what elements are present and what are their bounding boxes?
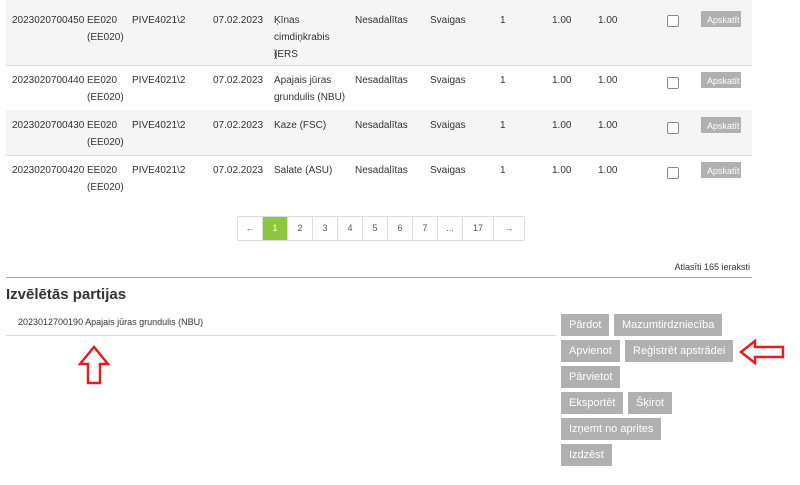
lot-name-line: Salate (ASU) — [274, 165, 333, 176]
remove-from-circulation-button[interactable]: Izņemt no aprites — [561, 418, 662, 440]
lot-name-line: Ķīnas — [274, 15, 300, 26]
pagination-page-6[interactable]: 6 — [388, 217, 413, 240]
table-row: 2023020700440 EE020 (EE020) PIVE4021\2 0… — [6, 65, 752, 111]
lot-value-1: 1.00 — [552, 165, 572, 176]
lot-value-2: 1.00 — [598, 165, 618, 176]
table-row: 2023020700430 EE020 (EE020) PIVE4021\2 0… — [6, 110, 752, 156]
lot-id: 2023020700430 — [12, 120, 85, 131]
lot-value-1: 1.00 — [552, 15, 572, 26]
lot-id: 2023020700450 — [12, 15, 85, 26]
view-button[interactable]: Apskatīt — [701, 117, 741, 133]
lot-pive: PIVE4021\2 — [132, 120, 186, 131]
lot-name-line: grundulis (NBU) — [274, 92, 346, 103]
sell-button[interactable]: Pārdot — [561, 314, 610, 336]
lot-name-line: Apajais jūras — [274, 75, 332, 86]
pagination-page-2[interactable]: 2 — [288, 217, 313, 240]
pagination-prev[interactable]: ← — [238, 217, 263, 240]
lot-value-2: 1.00 — [598, 15, 618, 26]
pagination-page-5[interactable]: 5 — [363, 217, 388, 240]
view-button[interactable]: Apskatīt — [701, 162, 741, 178]
selected-lot-item: 2023012700190 Apajais jūras grundulis (N… — [18, 317, 204, 327]
export-button[interactable]: Eksportēt — [561, 392, 624, 414]
annotation-arrow-up-icon — [78, 345, 110, 385]
pagination-page-3[interactable]: 3 — [313, 217, 338, 240]
lot-code-secondary: (EE020) — [87, 182, 124, 193]
merge-button[interactable]: Apvienot — [561, 340, 620, 362]
lot-pive: PIVE4021\2 — [132, 15, 186, 26]
record-count: Atlasīti 165 ieraksti — [674, 262, 750, 272]
pagination: ← 1 2 3 4 5 6 7 ... 17 → — [237, 216, 525, 241]
lot-freshness: Svaigas — [430, 75, 466, 86]
row-checkbox[interactable] — [667, 15, 679, 27]
lot-quantity: 1 — [500, 120, 506, 131]
table-row: 2023020700450 EE020 (EE020) PIVE4021\2 0… — [6, 0, 752, 66]
lot-freshness: Svaigas — [430, 120, 466, 131]
lot-id: 2023020700420 — [12, 165, 85, 176]
move-button[interactable]: Pārvietot — [561, 366, 621, 388]
lot-code: EE020 — [87, 75, 118, 86]
lot-value-1: 1.00 — [552, 120, 572, 131]
view-button[interactable]: Apskatīt — [701, 11, 741, 27]
delete-button[interactable]: Izdzēst — [561, 444, 612, 466]
row-checkbox[interactable] — [667, 167, 679, 179]
lot-status: Nesadalītas — [355, 165, 408, 176]
lot-quantity: 1 — [500, 15, 506, 26]
lot-freshness: Svaigas — [430, 165, 466, 176]
lot-freshness: Svaigas — [430, 15, 466, 26]
lot-pive: PIVE4021\2 — [132, 75, 186, 86]
lot-date: 07.02.2023 — [213, 15, 264, 26]
pagination-page-4[interactable]: 4 — [338, 217, 363, 240]
table-row: 2023020700420 EE020 (EE020) PIVE4021\2 0… — [6, 155, 752, 200]
section-title: Izvēlētās partijas — [6, 286, 127, 303]
lot-code-secondary: (EE020) — [87, 92, 124, 103]
row-checkbox[interactable] — [667, 77, 679, 89]
lot-date: 07.02.2023 — [213, 75, 264, 86]
lot-pive: PIVE4021\2 — [132, 165, 186, 176]
lot-status: Nesadalītas — [355, 75, 408, 86]
lot-code: EE020 — [87, 165, 118, 176]
lot-code: EE020 — [87, 15, 118, 26]
pagination-page-17[interactable]: 17 — [463, 217, 494, 240]
lot-date: 07.02.2023 — [213, 165, 264, 176]
lot-name-line: ) — [274, 49, 278, 60]
row-checkbox[interactable] — [667, 122, 679, 134]
lot-code-secondary: (EE020) — [87, 137, 124, 148]
lot-status: Nesadalītas — [355, 15, 408, 26]
lot-status: Nesadalītas — [355, 120, 408, 131]
section-divider — [6, 277, 752, 278]
lot-value-1: 1.00 — [552, 75, 572, 86]
selected-divider — [6, 335, 556, 336]
lot-date: 07.02.2023 — [213, 120, 264, 131]
pagination-page-1[interactable]: 1 — [263, 217, 288, 240]
lot-name-line: Kaze (FSC) — [274, 120, 327, 131]
lot-value-2: 1.00 — [598, 75, 618, 86]
pagination-ellipsis: ... — [438, 217, 463, 240]
lot-quantity: 1 — [500, 165, 506, 176]
lot-quantity: 1 — [500, 75, 506, 86]
lot-id: 2023020700440 — [12, 75, 85, 86]
lot-code: EE020 — [87, 120, 118, 131]
lot-code-secondary: (EE020) — [87, 32, 124, 43]
sort-button[interactable]: Šķirot — [628, 392, 673, 414]
pagination-next[interactable]: → — [494, 217, 524, 240]
register-processing-button[interactable]: Reģistrēt apstrādei — [625, 340, 734, 362]
view-button[interactable]: Apskatīt — [701, 72, 741, 88]
retail-button[interactable]: Mazumtirdzniecība — [614, 314, 723, 336]
pagination-page-7[interactable]: 7 — [413, 217, 438, 240]
lot-value-2: 1.00 — [598, 120, 618, 131]
annotation-arrow-left-icon — [739, 339, 785, 365]
